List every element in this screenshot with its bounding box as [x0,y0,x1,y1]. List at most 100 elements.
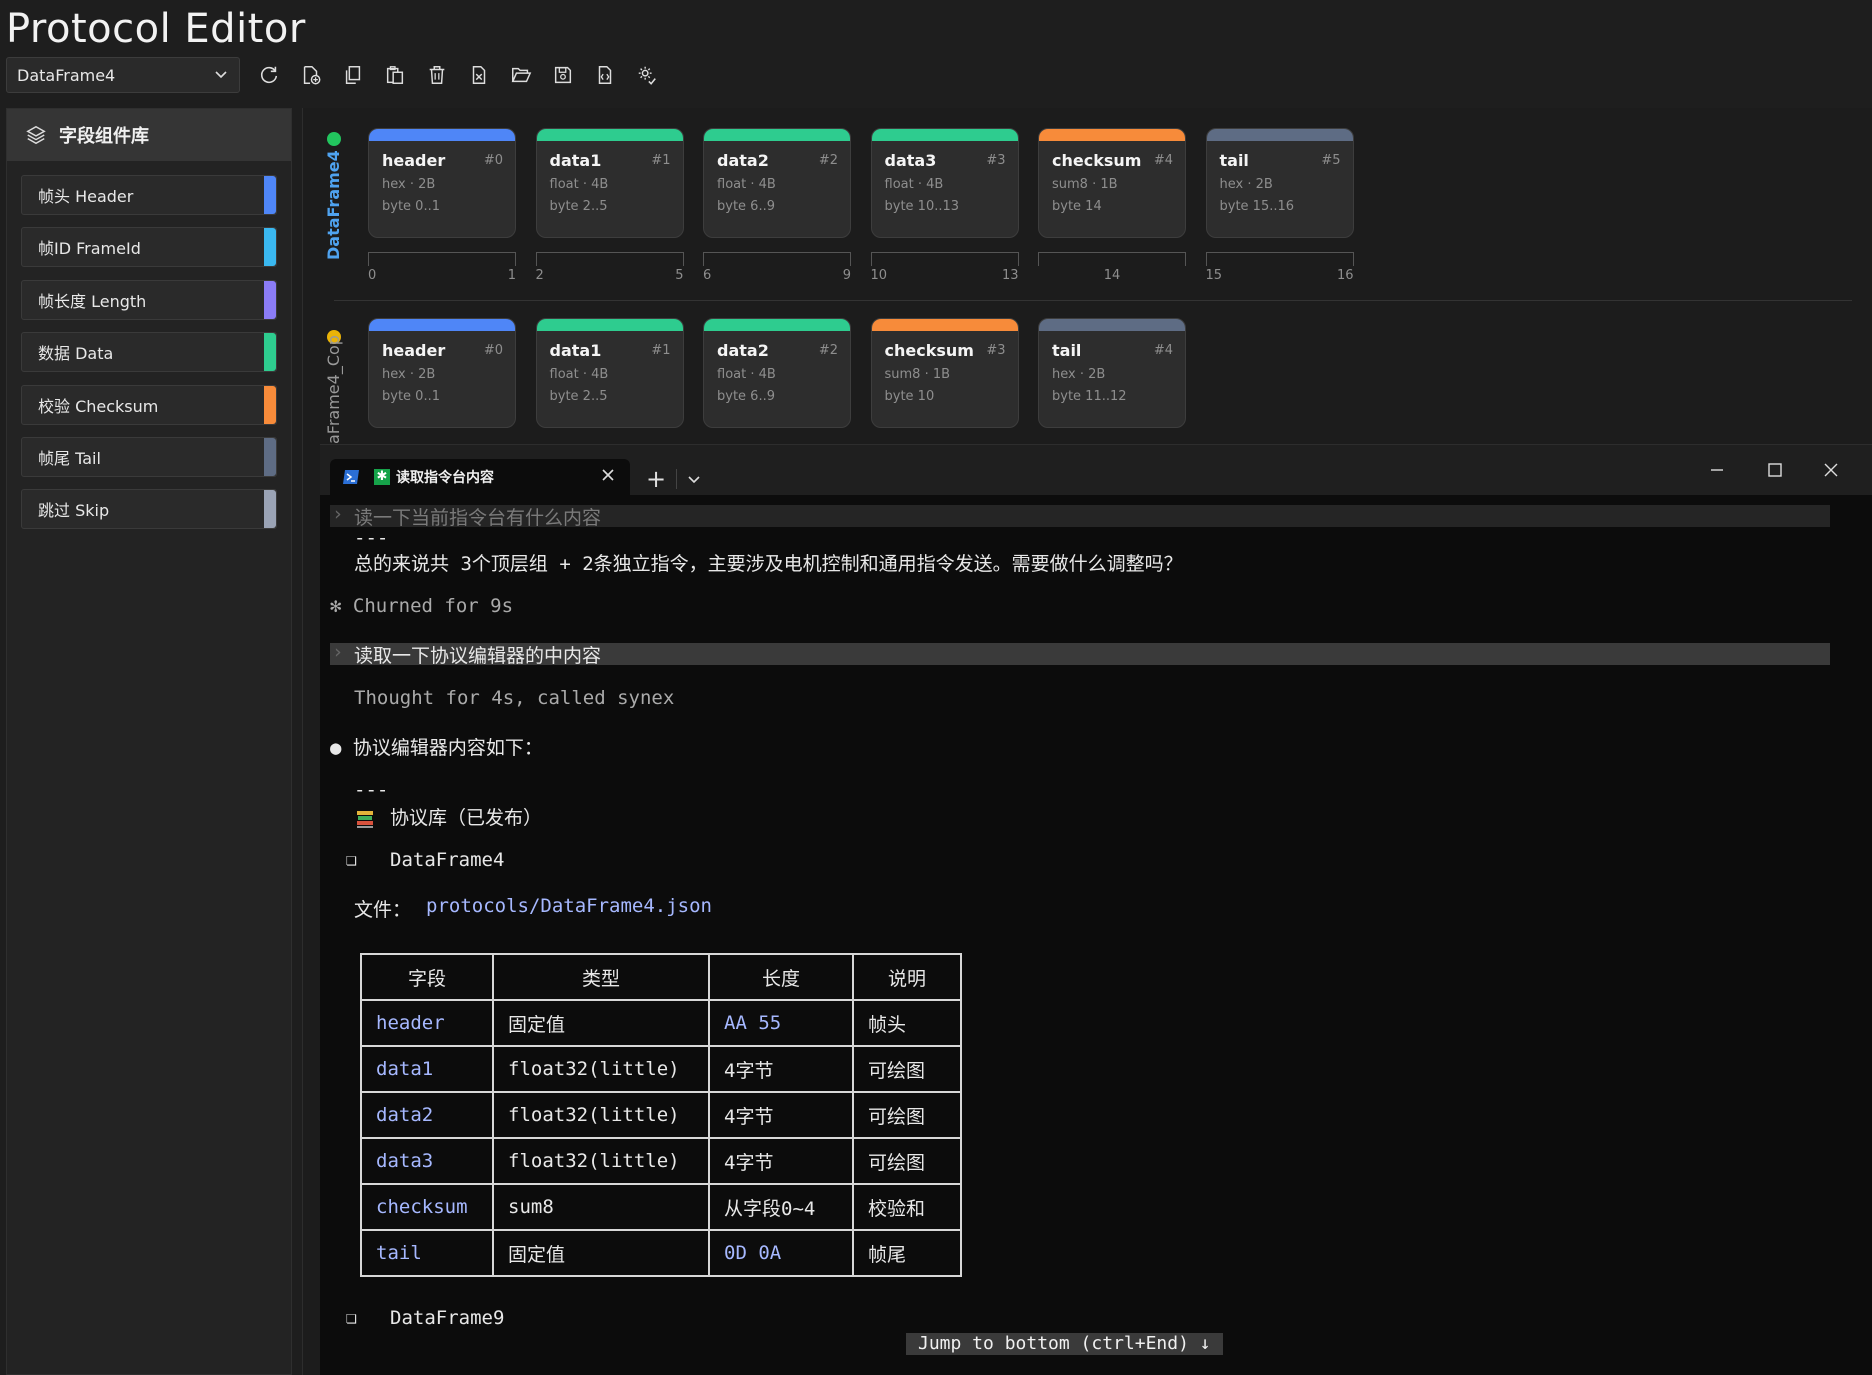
field-card[interactable]: header #0 hex · 2B byte 0..1 [368,318,516,428]
table-cell: 可绘图 [852,1137,962,1185]
books-icon [357,811,373,828]
library-header: 字段组件库 [7,109,291,161]
tab-separator [676,469,677,489]
prompt-caret-2: › [332,641,344,663]
separator-2: --- [354,779,389,801]
table-cell: header [360,999,494,1047]
field-index: #1 [651,343,671,358]
field-type: hex · 2B [382,367,436,382]
open-folder-button[interactable] [500,57,542,93]
field-type: float · 4B [549,367,609,382]
thought-status: Thought for 4s, called synex [354,687,675,709]
field-byte-range: byte 10 [884,389,935,404]
field-card[interactable]: data3 #3 float · 4B byte 10..13 [870,128,1019,238]
field-index: #2 [818,343,838,358]
field-color-stripe [369,129,515,141]
field-name: data2 [717,151,769,170]
close-window-icon[interactable] [1820,459,1842,481]
field-name: checksum [1052,151,1142,170]
library-item[interactable]: 数据 Data [21,332,277,373]
minimize-icon[interactable] [1706,459,1728,481]
byte-ruler-start: 10 [870,268,888,283]
tab-dropdown-icon[interactable] [686,471,702,487]
new-tab-button[interactable]: + [646,465,666,493]
library-item[interactable]: 帧ID FrameId [21,227,277,268]
table-header-cell: 长度 [708,953,854,1001]
field-color-stripe [1206,129,1353,141]
field-card[interactable]: checksum #4 sum8 · 1B byte 14 [1038,128,1186,238]
field-index: #3 [986,153,1006,168]
file-label: 文件： [354,899,412,921]
library-title: 字段组件库 [59,126,149,147]
field-color-stripe [704,129,850,141]
field-index: #2 [818,153,838,168]
assistant-summary: 总的来说共 3个顶层组 + 2条独立指令，主要涉及电机控制和通用指令发送。需要做… [354,553,1183,575]
table-cell: 0D 0A [708,1229,854,1277]
library-item-label: 帧尾 Tail [38,449,101,468]
table-cell: data3 [360,1137,494,1185]
jump-to-bottom-button[interactable]: Jump to bottom (ctrl+End) ↓ [906,1333,1223,1355]
frame-name-label[interactable]: DataFrame4 [324,150,343,260]
field-byte-range: byte 11..12 [1052,389,1127,404]
terminal-tab-bar: ✱ 读取指令台内容 + [320,445,1872,495]
field-color-stripe [536,319,683,331]
field-card[interactable]: data2 #2 float · 4B byte 6..9 [703,318,851,428]
field-color-stripe [1039,319,1185,331]
field-card[interactable]: checksum #3 sum8 · 1B byte 10 [870,318,1019,428]
field-card[interactable]: data2 #2 float · 4B byte 6..9 [703,128,851,238]
new-file-button[interactable] [290,57,332,93]
terminal-window: ✱ 读取指令台内容 + › 读一下当前指令台有什么内容 --- 总的来说共 3个… [320,444,1872,1375]
table-row: tail 固定值 0D 0A 帧尾 [360,1229,962,1277]
field-card[interactable]: tail #4 hex · 2B byte 11..12 [1038,318,1186,428]
field-byte-range: byte 2..5 [549,199,608,214]
settings-check-button[interactable] [626,57,668,93]
file-path-link[interactable]: protocols/DataFrame4.json [426,895,712,917]
maximize-icon[interactable] [1764,459,1786,481]
library-item[interactable]: 帧尾 Tail [21,437,277,477]
table-cell: float32(little) [492,1091,710,1139]
user-prompt-1: 读一下当前指令台有什么内容 [354,507,602,529]
delete-button[interactable] [416,57,458,93]
library-item-color-bar [264,333,276,372]
library-heading: 协议库（已发布） [390,807,543,829]
save-button[interactable] [542,57,584,93]
library-item[interactable]: 帧头 Header [21,175,277,215]
table-cell: 固定值 [492,1229,710,1277]
library-item[interactable]: 跳过 Skip [21,489,277,530]
field-type: float · 4B [717,367,776,382]
byte-ruler-end: 9 [842,268,851,283]
separator-1: --- [354,527,389,549]
library-item-label: 数据 Data [38,344,114,364]
refresh-button[interactable] [248,57,290,93]
frame-select[interactable]: DataFrame4 [6,57,240,93]
close-tab-icon[interactable] [600,467,616,483]
field-card[interactable]: data1 #1 float · 4B byte 2..5 [535,318,684,428]
field-index: #4 [1153,343,1173,358]
terminal-tab[interactable]: ✱ 读取指令台内容 [330,459,630,495]
field-card[interactable]: tail #5 hex · 2B byte 15..16 [1205,128,1354,238]
copy-button[interactable] [332,57,374,93]
field-byte-range: byte 6..9 [717,199,775,214]
keycap-2-icon: ❏ [346,1307,357,1328]
table-cell: float32(little) [492,1137,710,1185]
library-item[interactable]: 校验 Checksum [21,384,277,425]
table-row: data1 float32(little) 4字节 可绘图 [360,1045,962,1093]
field-byte-range: byte 10..13 [884,199,960,214]
field-color-stripe [369,319,515,331]
clear-button[interactable] [458,57,500,93]
byte-ruler-segment [1205,252,1354,266]
field-index: #0 [483,343,503,358]
export-code-button[interactable] [584,57,626,93]
frame-name-label[interactable]: aFrame4_Cop [324,335,343,444]
byte-ruler-end: 1 [507,268,516,283]
field-byte-range: byte 0..1 [382,199,440,214]
field-card[interactable]: data1 #1 float · 4B byte 2..5 [535,128,684,238]
byte-ruler-start: 0 [368,268,377,283]
byte-ruler-segment [1038,252,1186,266]
byte-ruler-start: 2 [535,268,544,283]
new-file-icon [303,66,321,85]
table-cell: sum8 [492,1183,710,1231]
paste-button[interactable] [374,57,416,93]
library-item[interactable]: 帧长度 Length [21,279,277,320]
field-card[interactable]: header #0 hex · 2B byte 0..1 [368,128,516,238]
